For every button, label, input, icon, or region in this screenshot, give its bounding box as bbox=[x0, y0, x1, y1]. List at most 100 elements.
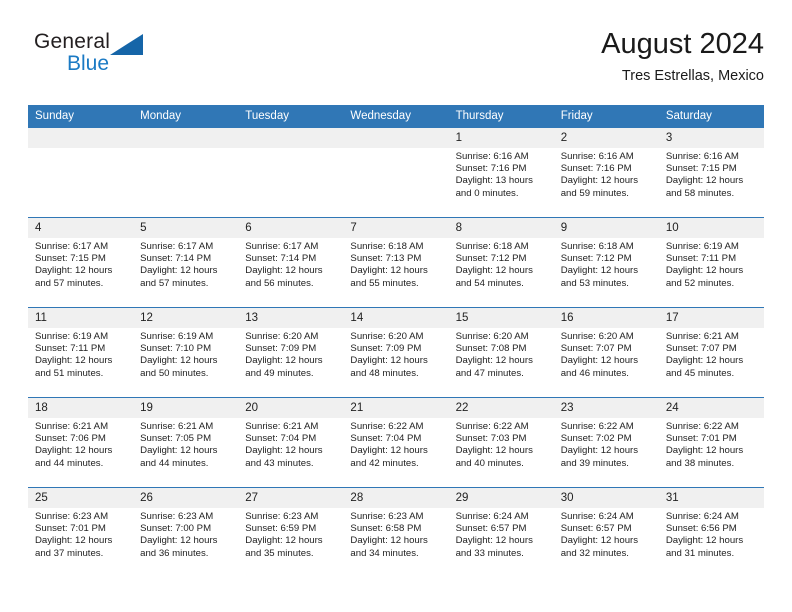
daylight-text-line1: Daylight: 12 hours bbox=[665, 265, 744, 277]
day-cell[interactable]: 24 Sunrise: 6:22 AM Sunset: 7:01 PM Dayligh… bbox=[658, 398, 764, 487]
day-number: 22 bbox=[448, 398, 554, 418]
day-cell[interactable]: 10 Sunrise: 6:19 AM Sunset: 7:11 PM Dayligh… bbox=[658, 218, 764, 307]
general-blue-logo[interactable]: General Blue bbox=[34, 30, 174, 88]
weekday-header-row: Sunday Monday Tuesday Wednesday Thursday Frid… bbox=[28, 105, 764, 128]
daylight-text-line1: Daylight: 12 hours bbox=[455, 355, 533, 367]
day-cell[interactable]: 2 Sunrise: 6:16 AM Sunset: 7:16 PM Daylight… bbox=[553, 128, 659, 217]
sunrise-text: Sunrise: 6:23 AM bbox=[35, 511, 109, 522]
day-cell[interactable]: 22 Sunrise: 6:22 AM Sunset: 7:03 PM Dayligh… bbox=[448, 398, 554, 487]
logo-text-blue: Blue bbox=[67, 52, 110, 75]
calendar-page: General Blue August 2024 Tres Estrellas,… bbox=[0, 0, 792, 612]
day-cell[interactable]: 18 Sunrise: 6:21 AM Sunset: 7:06 PM Dayligh… bbox=[28, 398, 134, 487]
day-number bbox=[343, 128, 449, 148]
day-cell-empty bbox=[133, 128, 239, 217]
sunrise-text: Sunrise: 6:19 AM bbox=[665, 241, 739, 252]
day-cell[interactable]: 3 Sunrise: 6:16 AM Sunset: 7:15 PM Daylight… bbox=[658, 128, 764, 217]
sunrise-text: Sunrise: 6:19 AM bbox=[140, 331, 214, 342]
day-number: 21 bbox=[343, 398, 449, 418]
day-details: Sunrise: 6:23 AM Sunset: 7:00 PM Daylight:… bbox=[133, 508, 238, 560]
daylight-text-line2: and 34 minutes. bbox=[350, 547, 419, 559]
day-cell[interactable]: 23 Sunrise: 6:22 AM Sunset: 7:02 PM Dayligh… bbox=[553, 398, 659, 487]
day-cell[interactable]: 28 Sunrise: 6:23 AM Sunset: 6:58 PM Dayligh… bbox=[343, 488, 449, 577]
day-details bbox=[28, 148, 133, 151]
sunrise-text: Sunrise: 6:20 AM bbox=[245, 331, 319, 342]
daylight-text-line1: Daylight: 12 hours bbox=[665, 535, 744, 547]
day-number: 29 bbox=[448, 488, 554, 508]
day-cell[interactable]: 17 Sunrise: 6:21 AM Sunset: 7:07 PM Dayligh… bbox=[658, 308, 764, 397]
day-cell-empty bbox=[28, 128, 134, 217]
day-cell[interactable]: 26 Sunrise: 6:23 AM Sunset: 7:00 PM Dayligh… bbox=[133, 488, 239, 577]
calendar-week-row: 1 Sunrise: 6:16 AM Sunset: 7:16 PM Daylight… bbox=[28, 128, 764, 217]
day-details bbox=[238, 148, 343, 151]
sunrise-text: Sunrise: 6:16 AM bbox=[560, 151, 634, 162]
day-cell[interactable]: 4 Sunrise: 6:17 AM Sunset: 7:15 PM Daylight… bbox=[28, 218, 134, 307]
daylight-text-line2: and 59 minutes. bbox=[560, 187, 629, 199]
day-cell[interactable]: 5 Sunrise: 6:17 AM Sunset: 7:14 PM Daylight… bbox=[133, 218, 239, 307]
day-cell[interactable]: 16 Sunrise: 6:20 AM Sunset: 7:07 PM Dayligh… bbox=[553, 308, 659, 397]
sunrise-text: Sunrise: 6:17 AM bbox=[245, 241, 319, 252]
daylight-text-line1: Daylight: 12 hours bbox=[245, 265, 323, 277]
day-number: 30 bbox=[553, 488, 659, 508]
day-cell[interactable]: 14 Sunrise: 6:20 AM Sunset: 7:09 PM Dayligh… bbox=[343, 308, 449, 397]
sunset-text: Sunset: 7:01 PM bbox=[35, 523, 106, 535]
day-number: 3 bbox=[658, 128, 764, 148]
day-number bbox=[133, 128, 239, 148]
title-block: August 2024 Tres Estrellas, Mexico bbox=[601, 26, 764, 86]
daylight-text-line1: Daylight: 13 hours bbox=[455, 175, 533, 187]
day-cell[interactable]: 31 Sunrise: 6:24 AM Sunset: 6:56 PM Dayligh… bbox=[658, 488, 764, 577]
sunset-text: Sunset: 7:06 PM bbox=[35, 433, 106, 445]
sunset-text: Sunset: 7:07 PM bbox=[560, 343, 632, 355]
day-cell[interactable]: 19 Sunrise: 6:21 AM Sunset: 7:05 PM Dayligh… bbox=[133, 398, 239, 487]
day-details: Sunrise: 6:17 AM Sunset: 7:14 PM Daylight:… bbox=[133, 238, 238, 290]
sunrise-text: Sunrise: 6:22 AM bbox=[455, 421, 529, 432]
daylight-text-line1: Daylight: 12 hours bbox=[455, 445, 533, 457]
sunrise-text: Sunrise: 6:21 AM bbox=[665, 331, 739, 342]
daylight-text-line2: and 37 minutes. bbox=[35, 547, 104, 559]
sunrise-text: Sunrise: 6:18 AM bbox=[350, 241, 424, 252]
sunrise-text: Sunrise: 6:17 AM bbox=[35, 241, 109, 252]
sunset-text: Sunset: 6:57 PM bbox=[455, 523, 527, 535]
day-cell[interactable]: 25 Sunrise: 6:23 AM Sunset: 7:01 PM Dayligh… bbox=[28, 488, 134, 577]
day-details: Sunrise: 6:16 AM Sunset: 7:16 PM Daylight:… bbox=[449, 148, 554, 200]
sunrise-text: Sunrise: 6:21 AM bbox=[140, 421, 214, 432]
sunrise-text: Sunrise: 6:23 AM bbox=[350, 511, 424, 522]
sunrise-text: Sunrise: 6:16 AM bbox=[455, 151, 529, 162]
day-cell[interactable]: 20 Sunrise: 6:21 AM Sunset: 7:04 PM Dayligh… bbox=[238, 398, 344, 487]
daylight-text-line1: Daylight: 12 hours bbox=[560, 265, 639, 277]
sunset-text: Sunset: 7:12 PM bbox=[455, 253, 527, 265]
sunrise-text: Sunrise: 6:20 AM bbox=[455, 331, 529, 342]
sunrise-text: Sunrise: 6:16 AM bbox=[665, 151, 739, 162]
daylight-text-line2: and 42 minutes. bbox=[350, 457, 419, 469]
day-number: 7 bbox=[343, 218, 449, 238]
day-cell[interactable]: 27 Sunrise: 6:23 AM Sunset: 6:59 PM Dayligh… bbox=[238, 488, 344, 577]
day-details: Sunrise: 6:22 AM Sunset: 7:02 PM Daylight:… bbox=[554, 418, 659, 470]
calendar-week-row: 11 Sunrise: 6:19 AM Sunset: 7:11 PM Dayligh… bbox=[28, 307, 764, 397]
daylight-text-line2: and 57 minutes. bbox=[140, 277, 209, 289]
sunset-text: Sunset: 7:05 PM bbox=[140, 433, 212, 445]
day-number: 11 bbox=[28, 308, 134, 328]
sunset-text: Sunset: 7:15 PM bbox=[35, 253, 106, 265]
day-cell[interactable]: 15 Sunrise: 6:20 AM Sunset: 7:08 PM Dayligh… bbox=[448, 308, 554, 397]
day-number: 4 bbox=[28, 218, 134, 238]
day-cell[interactable]: 29 Sunrise: 6:24 AM Sunset: 6:57 PM Dayligh… bbox=[448, 488, 554, 577]
day-cell[interactable]: 12 Sunrise: 6:19 AM Sunset: 7:10 PM Dayligh… bbox=[133, 308, 239, 397]
sunrise-text: Sunrise: 6:23 AM bbox=[245, 511, 319, 522]
day-cell[interactable]: 9 Sunrise: 6:18 AM Sunset: 7:12 PM Daylight… bbox=[553, 218, 659, 307]
day-cell[interactable]: 13 Sunrise: 6:20 AM Sunset: 7:09 PM Dayligh… bbox=[238, 308, 344, 397]
day-number: 6 bbox=[238, 218, 344, 238]
daylight-text-line2: and 55 minutes. bbox=[350, 277, 419, 289]
day-cell[interactable]: 1 Sunrise: 6:16 AM Sunset: 7:16 PM Daylight… bbox=[448, 128, 554, 217]
day-cell[interactable]: 30 Sunrise: 6:24 AM Sunset: 6:57 PM Dayligh… bbox=[553, 488, 659, 577]
day-details: Sunrise: 6:24 AM Sunset: 6:57 PM Daylight:… bbox=[449, 508, 554, 560]
day-number: 14 bbox=[343, 308, 449, 328]
day-cell[interactable]: 21 Sunrise: 6:22 AM Sunset: 7:04 PM Dayligh… bbox=[343, 398, 449, 487]
day-number: 31 bbox=[658, 488, 764, 508]
daylight-text-line1: Daylight: 12 hours bbox=[35, 445, 113, 457]
day-cell[interactable]: 8 Sunrise: 6:18 AM Sunset: 7:12 PM Daylight… bbox=[448, 218, 554, 307]
daylight-text-line1: Daylight: 12 hours bbox=[140, 445, 218, 457]
day-cell[interactable]: 7 Sunrise: 6:18 AM Sunset: 7:13 PM Daylight… bbox=[343, 218, 449, 307]
day-cell[interactable]: 6 Sunrise: 6:17 AM Sunset: 7:14 PM Daylight… bbox=[238, 218, 344, 307]
day-number: 20 bbox=[238, 398, 344, 418]
day-cell[interactable]: 11 Sunrise: 6:19 AM Sunset: 7:11 PM Dayligh… bbox=[28, 308, 134, 397]
calendar-week-row: 18 Sunrise: 6:21 AM Sunset: 7:06 PM Dayligh… bbox=[28, 397, 764, 487]
